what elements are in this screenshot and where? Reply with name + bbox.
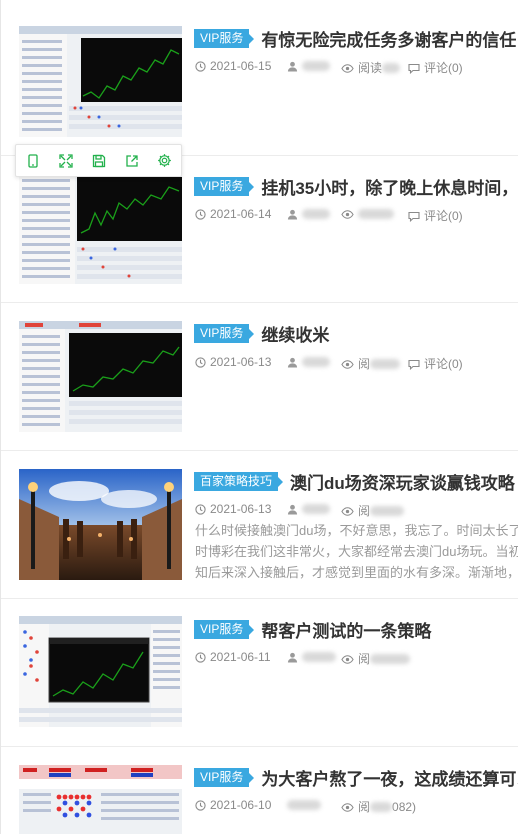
article-thumbnail[interactable] [19,469,182,580]
article-thumbnail[interactable] [19,321,182,432]
comment-icon [408,63,420,74]
article-title[interactable]: 帮客户测试的一条策略 [261,617,431,641]
article-title[interactable]: 继续收米 [261,321,329,345]
author [287,355,330,369]
article-title[interactable]: 挂机35小时，除了晚上休息时间，昨天 [261,174,518,198]
eye-icon [341,64,354,73]
article-meta: 2021-06-10 阅 082) [195,798,518,814]
category-badge[interactable]: VIP服务 [194,620,255,639]
article-title-row: VIP服务为大客户熬了一夜，这成绩还算可以了 [194,765,518,789]
article-item[interactable]: VIP服务 帮客户测试的一条策略 2021-06-11 阅 [1,598,518,747]
date: 2021-06-15 [195,59,271,73]
author [287,502,330,516]
article-meta: 2021-06-13 阅 [195,502,518,518]
author [287,650,336,664]
article-meta: 2021-06-11 阅 [195,650,518,666]
article-item[interactable]: 百家策略技巧 澳门du场资深玩家谈赢钱攻略 2021-06-13 阅 什么时候接触… [1,450,518,599]
comments: 评论(0) [408,355,463,372]
article-meta: 2021-06-13 阅 评论(0) [195,355,518,371]
article-thumbnail[interactable] [19,26,182,137]
article-thumbnail[interactable] [19,616,182,727]
author [287,798,321,812]
date: 2021-06-13 [195,502,271,516]
views [341,207,394,221]
clock-icon [195,652,206,663]
eye-icon [341,360,354,369]
article-meta: 2021-06-14 评论(0) [195,207,518,223]
eye-icon [341,507,354,516]
date: 2021-06-14 [195,207,271,221]
article-item[interactable]: VIP服务 有惊无险完成任务多谢客户的信任 2021-06-15 阅读 评论(0) [1,0,518,156]
user-icon [287,209,298,220]
user-icon [287,357,298,368]
phone-icon[interactable] [22,150,44,172]
date: 2021-06-11 [195,650,271,664]
views: 阅 [341,650,411,667]
article-title-row: VIP服务挂机35小时，除了晚上休息时间，昨天 [194,174,518,198]
category-badge[interactable]: 百家策略技巧 [194,472,284,491]
user-icon [287,652,298,663]
user-icon [287,61,298,72]
comments: 评论(0) [408,207,463,224]
article-meta: 2021-06-15 阅读 评论(0) [195,59,518,75]
views: 阅 082) [341,798,416,815]
article-excerpt: 什么时候接触澳门du场，不好意思，我忘了。时间太长了， 时博彩在我们这非常火，大… [195,523,518,580]
author [287,207,330,221]
settings-icon[interactable] [154,150,176,172]
eye-icon [341,655,354,664]
article-item[interactable]: VIP服务 继续收米 2021-06-13 阅 评论(0) [1,302,518,451]
category-badge[interactable]: VIP服务 [194,768,255,787]
views: 阅 [341,355,401,372]
article-title-row: VIP服务 有惊无险完成任务多谢客户的信任 [194,26,518,50]
clock-icon [195,61,206,72]
clock-icon [195,504,206,515]
article-thumbnail[interactable] [19,173,182,284]
article-title-row: VIP服务 帮客户测试的一条策略 [194,617,518,641]
eye-icon [341,210,354,219]
fullscreen-icon[interactable] [55,150,77,172]
views: 阅 [341,502,405,519]
article-title[interactable]: 有惊无险完成任务多谢客户的信任 [261,26,516,50]
share-icon[interactable] [121,150,143,172]
category-badge[interactable]: VIP服务 [194,29,255,48]
article-title-row: VIP服务 继续收米 [194,321,518,345]
comments: 评论(0) [408,59,463,76]
save-icon[interactable] [88,150,110,172]
date: 2021-06-10 [195,798,271,812]
date: 2021-06-13 [195,355,271,369]
article-item[interactable]: VIP服务挂机35小时，除了晚上休息时间，昨天 2021-06-14 评论(0) [1,155,518,303]
user-icon [287,504,298,515]
views: 阅读 [341,59,401,76]
category-badge[interactable]: VIP服务 [194,177,255,196]
article-title-row: 百家策略技巧 澳门du场资深玩家谈赢钱攻略 [194,469,518,493]
comment-icon [408,211,420,222]
article-item[interactable]: VIP服务为大客户熬了一夜，这成绩还算可以了 2021-06-10 阅082) [1,746,518,834]
article-title[interactable]: 为大客户熬了一夜，这成绩还算可以了 [261,765,518,789]
eye-icon [341,803,354,812]
article-thumbnail[interactable] [19,765,182,834]
article-title[interactable]: 澳门du场资深玩家谈赢钱攻略 [290,469,515,493]
comment-icon [408,359,420,370]
image-toolbar [15,144,182,177]
author [287,59,330,73]
category-badge[interactable]: VIP服务 [194,324,255,343]
clock-icon [195,357,206,368]
clock-icon [195,800,206,811]
clock-icon [195,209,206,220]
